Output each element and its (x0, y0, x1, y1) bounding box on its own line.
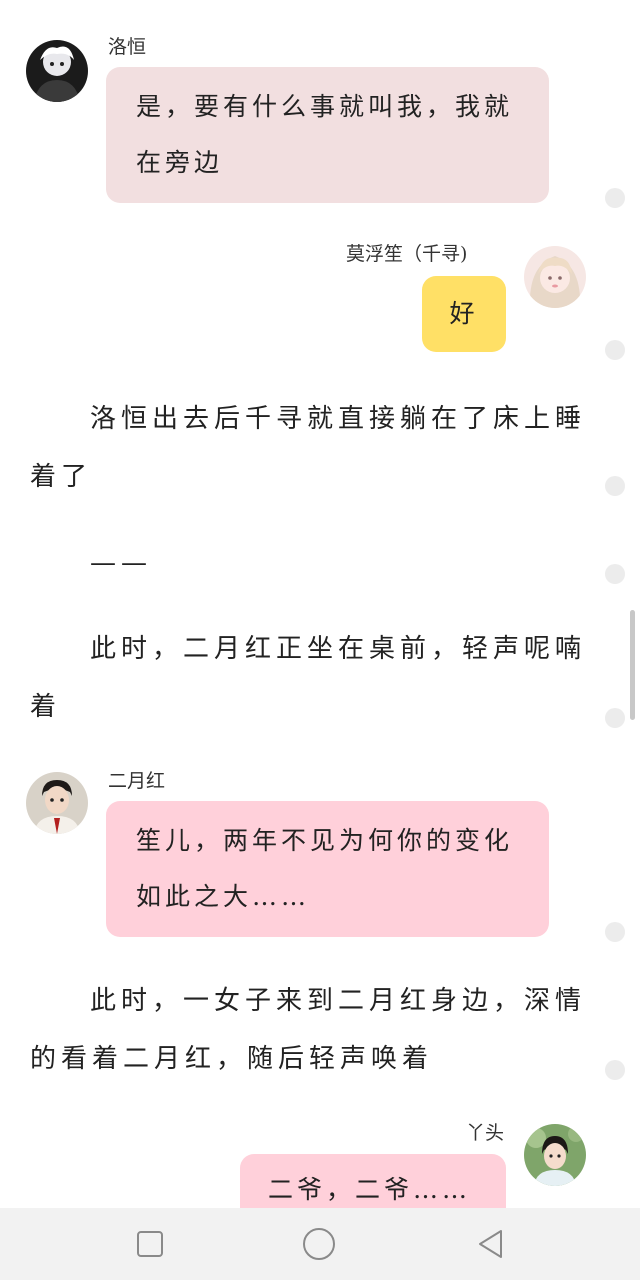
avatar-eryuehong[interactable] (26, 772, 88, 834)
square-icon[interactable] (132, 1226, 168, 1262)
scene-break-dash: —— (90, 548, 152, 578)
sender-name-yatou: 丫头 (466, 1122, 505, 1144)
narration-paragraph: 此时，二月红正坐在桌前，轻声呢喃着 (30, 634, 587, 722)
chat-story-view[interactable]: 洛恒 是，要有什么事就叫我，我就在旁边 莫浮笙（千寻) 好 洛恒出去后千寻就直接… (0, 0, 640, 1208)
avatar-yatou[interactable] (524, 1124, 586, 1186)
message-bubble-luoheng: 是，要有什么事就叫我，我就在旁边 (106, 67, 549, 203)
message-bubble-eryuehong: 笙儿，两年不见为何你的变化如此之大…… (106, 801, 549, 937)
sender-name-qianxun: 莫浮笙（千寻) (346, 243, 468, 265)
avatar-qianxun[interactable] (524, 246, 586, 308)
triangle-back-icon[interactable] (472, 1226, 508, 1262)
narration-paragraph: 此时，一女子来到二月红身边，深情的看着二月红，随后轻声唤着 (30, 986, 587, 1074)
circle-icon[interactable] (301, 1226, 337, 1262)
scrollbar-thumb[interactable] (630, 610, 635, 720)
message-bubble-yatou: 二爷，二爷…… (240, 1154, 506, 1208)
sender-name-eryuehong: 二月红 (108, 770, 166, 792)
narration-paragraph: 洛恒出去后千寻就直接躺在了床上睡着了 (30, 404, 587, 492)
page-marker-dot (605, 340, 625, 360)
sender-name-luoheng: 洛恒 (108, 36, 147, 58)
system-navigation-bar (0, 1208, 640, 1280)
page-marker-dot (605, 708, 625, 728)
message-bubble-qianxun: 好 (422, 276, 506, 352)
avatar-luoheng[interactable] (26, 40, 88, 102)
page-marker-dot (605, 922, 625, 942)
page-marker-dot (605, 564, 625, 584)
page-marker-dot (605, 188, 625, 208)
page-marker-dot (605, 476, 625, 496)
page-marker-dot (605, 1060, 625, 1080)
